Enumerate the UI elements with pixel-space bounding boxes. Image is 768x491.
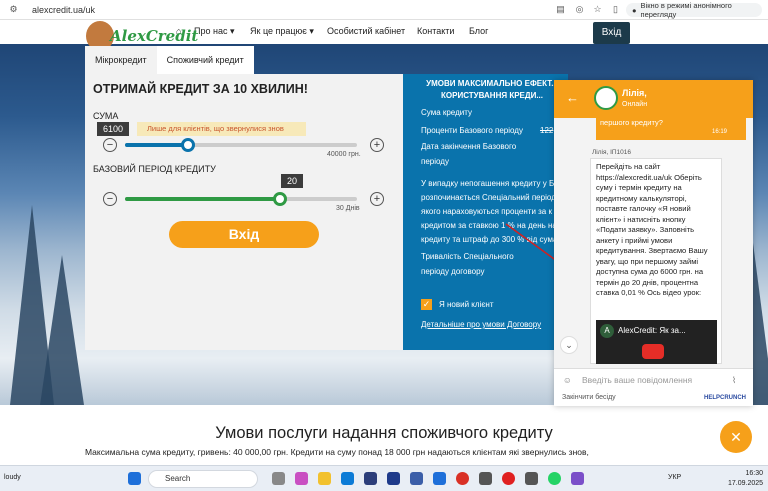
agent-status: Онлайн [622, 101, 648, 108]
powered-by: HELPCRUNCH [704, 395, 746, 401]
app-icon[interactable] [387, 472, 400, 485]
credit-tabs: Мікрокредит Споживчий кредит [85, 46, 254, 74]
chat-input-placeholder: Введіть ваше повідомлення [582, 375, 693, 385]
taskbar-search[interactable]: Search [148, 470, 258, 488]
period-max: 30 Днів [336, 205, 360, 212]
details-link[interactable]: Детальніше про умови Договору [421, 318, 541, 332]
chrome-icon[interactable] [456, 472, 469, 485]
amount-label: СУМА [93, 111, 119, 121]
cond-line: розпочинається Спеціальний період [421, 193, 556, 202]
close-chat-icon[interactable]: ✕ [720, 421, 752, 453]
period-slider-handle[interactable] [273, 192, 288, 206]
back-arrow-icon[interactable]: ← [566, 90, 579, 105]
site-info-icon[interactable]: ⚙ [8, 4, 19, 15]
chat-widget: ← Лілія, Онлайн першого кредиту? 16:19 Л… [554, 80, 753, 406]
video-preview[interactable]: A AlexCredit: Як за... [596, 320, 717, 364]
eye-off-icon[interactable]: ◎ [574, 4, 585, 15]
nav-about[interactable]: Про нас ▾ [194, 26, 235, 37]
rate-struck: 122 [540, 126, 554, 135]
scroll-down-icon[interactable]: ⌄ [560, 336, 578, 354]
cond-line: якого нараховуються проценти за к [421, 207, 552, 216]
amount-max: 40000 грн. [327, 151, 361, 158]
calculator-title: ОТРИМАЙ КРЕДИТ ЗА 10 ХВИЛИН! [93, 82, 308, 96]
message-author: Лілія, ІП1016 [592, 149, 632, 156]
app-icon[interactable] [364, 472, 377, 485]
login-button[interactable]: Вхід [593, 22, 630, 44]
app-icon[interactable] [410, 472, 423, 485]
conditions-panel: УМОВИ МАКСИМАЛЬНО ЕФЕКТ... КОРИСТУВАННЯ … [403, 74, 568, 350]
submit-button[interactable]: Вхід [169, 221, 319, 248]
language-indicator[interactable]: УКР [668, 474, 681, 481]
amount-note: Лише для клієнтів, що звернулися знов [137, 122, 306, 136]
period-minus-button[interactable]: − [103, 192, 117, 206]
new-client-checkbox[interactable]: ✓ [421, 299, 432, 310]
period-value: 20 [281, 174, 304, 188]
opera-icon[interactable] [502, 472, 515, 485]
tab-microcredit[interactable]: Мікрокредит [85, 46, 157, 74]
cond-line: періоду [421, 157, 449, 166]
channel-avatar: A [600, 324, 614, 338]
period-plus-button[interactable]: + [370, 192, 384, 206]
credit-calculator: ОТРИМАЙ КРЕДИТ ЗА 10 ХВИЛИН! СУМА 6100 Л… [85, 74, 403, 350]
url-text[interactable]: alexcredit.ua/uk [32, 5, 95, 15]
period-slider-fill [125, 197, 281, 201]
section-text: Максимальна сума кредиту, гривень: 40 00… [85, 447, 589, 457]
copilot-icon[interactable] [295, 472, 308, 485]
edge-icon[interactable] [341, 472, 354, 485]
incognito-badge[interactable]: ● Вікно в режимі анонімного перегляду [626, 1, 762, 19]
cond-line: У випадку непогашення кредиту у Б [421, 179, 555, 188]
section-title: Умови послуги надання споживчого кредиту [215, 424, 553, 442]
translate-icon[interactable]: ▤ [555, 4, 566, 15]
emoji-icon[interactable]: ☺ [563, 369, 572, 391]
amount-plus-button[interactable]: + [370, 138, 384, 152]
start-icon[interactable] [128, 472, 141, 485]
dropbox-icon[interactable] [433, 472, 446, 485]
amount-minus-button[interactable]: − [103, 138, 117, 152]
app-icon[interactable] [525, 472, 538, 485]
prev-message: першого кредиту? [600, 118, 663, 127]
conditions-title: УМОВИ МАКСИМАЛЬНО ЕФЕКТ... КОРИСТУВАННЯ … [426, 79, 558, 100]
nav-personal-cabinet[interactable]: Особистий кабінет [327, 26, 405, 36]
period-label: БАЗОВИЙ ПЕРІОД КРЕДИТУ [93, 164, 216, 174]
incognito-label: Вікно в режимі анонімного перегляду [640, 1, 732, 19]
prev-message-time: 16:19 [712, 129, 728, 135]
cond-line: Дата закінчення Базового [421, 142, 517, 151]
agent-name: Лілія, [622, 88, 647, 98]
chat-footer: Закінчити бесіду HELPCRUNCH [554, 390, 753, 406]
tab-consumer-credit[interactable]: Споживчий кредит [156, 46, 254, 74]
attach-icon[interactable]: ⌇ [732, 369, 736, 391]
sidebar-icon[interactable]: ▯ [610, 4, 621, 15]
weather-label[interactable]: loudy [4, 474, 21, 481]
amount-slider-fill [125, 143, 188, 147]
chat-input[interactable]: ☺ Введіть ваше повідомлення ⌇ [554, 368, 753, 390]
chat-messages: першого кредиту? 16:19 Лілія, ІП1016 Пер… [554, 118, 753, 368]
viber-icon[interactable] [571, 472, 584, 485]
incognito-icon: ● [632, 5, 637, 15]
nav-contacts[interactable]: Контакти [417, 26, 454, 36]
agent-avatar [594, 86, 618, 110]
amount-value: 6100 [97, 122, 130, 136]
star-icon[interactable]: ☆ [592, 4, 603, 15]
amount-slider-handle[interactable] [180, 138, 195, 152]
file-explorer-icon[interactable] [318, 472, 331, 485]
windows-taskbar: loudy Search УКР 16:30 17.09.2025 [0, 465, 768, 491]
app-icon[interactable] [479, 472, 492, 485]
play-icon[interactable] [642, 344, 664, 359]
end-chat-link[interactable]: Закінчити бесіду [562, 394, 616, 401]
cond-line: періоду договору [421, 267, 485, 276]
nav-blog[interactable]: Блог [469, 26, 488, 36]
new-client-label: Я новий клієнт [439, 300, 494, 309]
task-view-icon[interactable] [272, 472, 285, 485]
amount-slider[interactable] [125, 138, 357, 152]
cond-line: Проценти Базового періоду [421, 126, 523, 135]
nav-how-it-works[interactable]: Як це працює ▾ [250, 26, 314, 37]
message-text: Перейдіть на сайт https://alexcredit.ua/… [596, 162, 708, 297]
period-slider[interactable] [125, 192, 357, 206]
chat-header: ← Лілія, Онлайн [554, 80, 753, 118]
whatsapp-icon[interactable] [548, 472, 561, 485]
cond-line: Сума кредиту [421, 108, 472, 117]
clock[interactable]: 16:30 17.09.2025 [728, 469, 763, 489]
browser-address-bar: ⚙ alexcredit.ua/uk ▤ ◎ ☆ ▯ ● Вікно в реж… [0, 0, 768, 20]
video-title: AlexCredit: Як за... [618, 326, 686, 335]
